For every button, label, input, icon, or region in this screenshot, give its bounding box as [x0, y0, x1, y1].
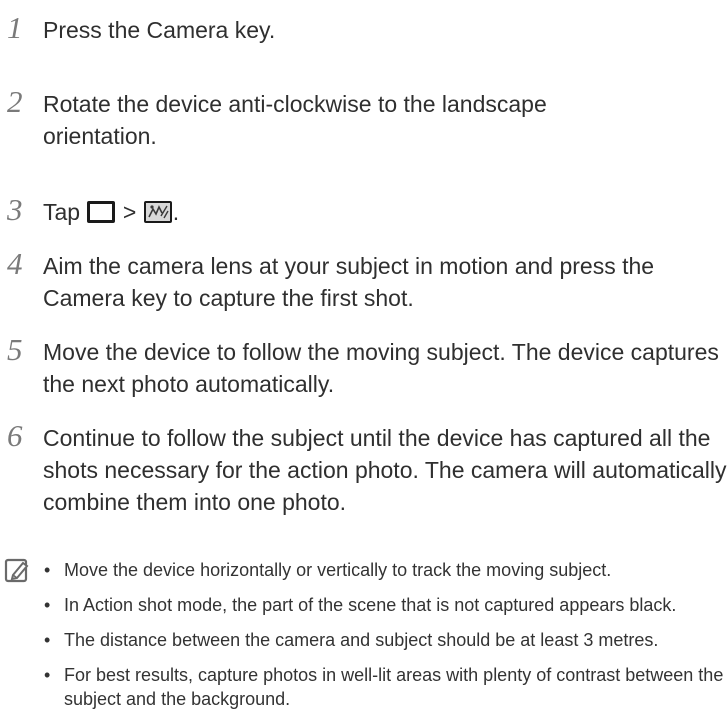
step-text: Press the Camera key. — [43, 17, 276, 43]
shooting-mode-icon — [86, 200, 116, 232]
instruction-page: 1 Press the Camera key. 2 Rotate the dev… — [0, 0, 728, 718]
note-item: • Move the device horizontally or vertica… — [44, 560, 612, 580]
step-number: 2 — [7, 84, 23, 119]
step-number: 6 — [7, 418, 23, 453]
step-text-period: . — [172, 199, 180, 225]
notes-list: • Move the device horizontally or vertica… — [40, 558, 728, 722]
step-text-separator: > — [122, 199, 137, 225]
step-text: Aim the camera lens at your subject in m… — [43, 253, 655, 311]
note-pencil-icon — [4, 558, 30, 589]
step-number: 1 — [7, 10, 23, 45]
step-text: Rotate the device anti-clockwise to the … — [43, 91, 547, 149]
action-shot-icon — [143, 200, 173, 232]
note-item: • For best results, capture photos in wel… — [44, 665, 724, 709]
note-item: • In Action shot mode, the part of the sc… — [44, 595, 677, 615]
note-item: • The distance between the camera and sub… — [44, 630, 659, 650]
step-number: 4 — [7, 246, 23, 281]
step-number: 3 — [7, 192, 23, 227]
step-text: Continue to follow the subject until the… — [43, 425, 727, 515]
step-number: 5 — [7, 332, 23, 367]
step-text-tap: Tap — [43, 199, 81, 225]
step-text: Tap > . — [43, 196, 728, 232]
step-text: Move the device to follow the moving sub… — [43, 339, 719, 397]
